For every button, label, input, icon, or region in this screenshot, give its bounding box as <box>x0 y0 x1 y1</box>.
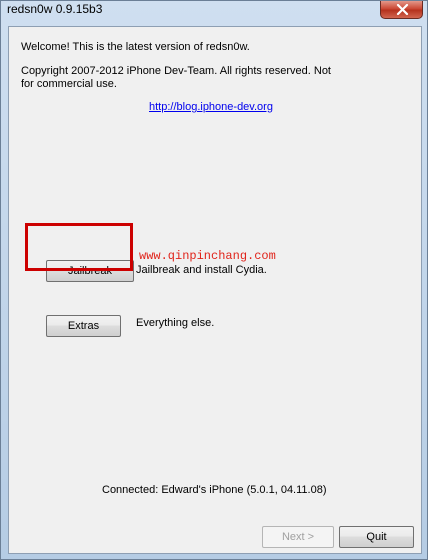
jailbreak-description: Jailbreak and install Cydia. <box>136 264 267 276</box>
connection-status: Connected: Edward's iPhone (5.0.1, 04.11… <box>102 484 327 496</box>
copyright-text-line2: for commercial use. <box>21 78 117 90</box>
window-title: redsn0w 0.9.15b3 <box>7 2 103 16</box>
next-button[interactable]: Next > <box>262 526 334 548</box>
blog-link[interactable]: http://blog.iphone-dev.org <box>149 101 273 113</box>
copyright-text-line1: Copyright 2007-2012 iPhone Dev-Team. All… <box>21 65 331 77</box>
close-icon <box>396 4 409 15</box>
extras-description: Everything else. <box>136 317 215 329</box>
quit-button[interactable]: Quit <box>339 526 414 548</box>
main-panel: Welcome! This is the latest version of r… <box>8 26 422 554</box>
extras-button[interactable]: Extras <box>46 315 121 337</box>
close-button[interactable] <box>380 1 423 19</box>
welcome-text: Welcome! This is the latest version of r… <box>21 41 250 53</box>
jailbreak-highlight-box <box>25 223 133 271</box>
app-window: redsn0w 0.9.15b3 Welcome! This is the la… <box>0 0 428 560</box>
watermark-text: www.qinpinchang.com <box>139 249 276 263</box>
